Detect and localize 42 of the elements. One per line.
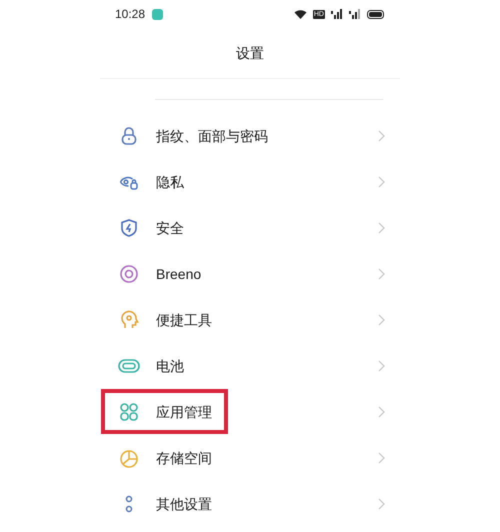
chevron-icon bbox=[378, 406, 385, 418]
item-label: 便捷工具 bbox=[156, 310, 212, 330]
apps-icon bbox=[119, 402, 139, 422]
chevron-icon bbox=[378, 130, 385, 142]
settings-item[interactable]: 安全 bbox=[100, 205, 400, 251]
chevron-icon bbox=[378, 360, 385, 372]
pie-chart-icon bbox=[119, 448, 139, 468]
chevron-icon bbox=[378, 314, 385, 326]
battery-status-icon bbox=[367, 10, 385, 18]
item-label: 安全 bbox=[156, 218, 184, 238]
lock-icon bbox=[119, 126, 139, 146]
chevron-icon bbox=[378, 268, 385, 280]
item-label: 其他设置 bbox=[156, 494, 212, 514]
chevron-icon bbox=[378, 176, 385, 188]
item-label: 存储空间 bbox=[156, 448, 212, 468]
chevron-icon bbox=[378, 498, 385, 510]
settings-item[interactable]: Breeno bbox=[100, 251, 400, 297]
settings-item[interactable]: 其他设置 bbox=[100, 481, 400, 527]
signal-icon bbox=[349, 9, 361, 19]
item-label: Breeno bbox=[156, 264, 202, 284]
item-label: 隐私 bbox=[156, 172, 184, 192]
battery-icon bbox=[118, 359, 140, 373]
head-icon bbox=[119, 310, 139, 330]
item-label: 应用管理 bbox=[156, 402, 212, 422]
settings-item[interactable]: 存储空间 bbox=[100, 435, 400, 481]
item-label: 指纹、面部与密码 bbox=[156, 126, 268, 146]
settings-item[interactable]: 电池 bbox=[100, 343, 400, 389]
settings-item[interactable]: 应用管理 bbox=[100, 389, 400, 435]
app-notification-icon bbox=[152, 8, 164, 20]
page-title: 设置 bbox=[236, 44, 264, 62]
settings-item[interactable]: 隐私 bbox=[100, 159, 400, 205]
shield-icon bbox=[119, 218, 139, 238]
item-label: 电池 bbox=[156, 356, 184, 376]
chevron-icon bbox=[378, 222, 385, 234]
signal-icon bbox=[331, 9, 343, 19]
settings-item[interactable]: 便捷工具 bbox=[100, 297, 400, 343]
more-icon bbox=[124, 494, 134, 514]
chevron-icon bbox=[378, 452, 385, 464]
settings-item[interactable]: 指纹、面部与密码 bbox=[100, 113, 400, 159]
wifi-icon bbox=[294, 9, 307, 19]
status-time: 10:28 bbox=[115, 6, 146, 23]
ring-icon bbox=[119, 264, 139, 284]
